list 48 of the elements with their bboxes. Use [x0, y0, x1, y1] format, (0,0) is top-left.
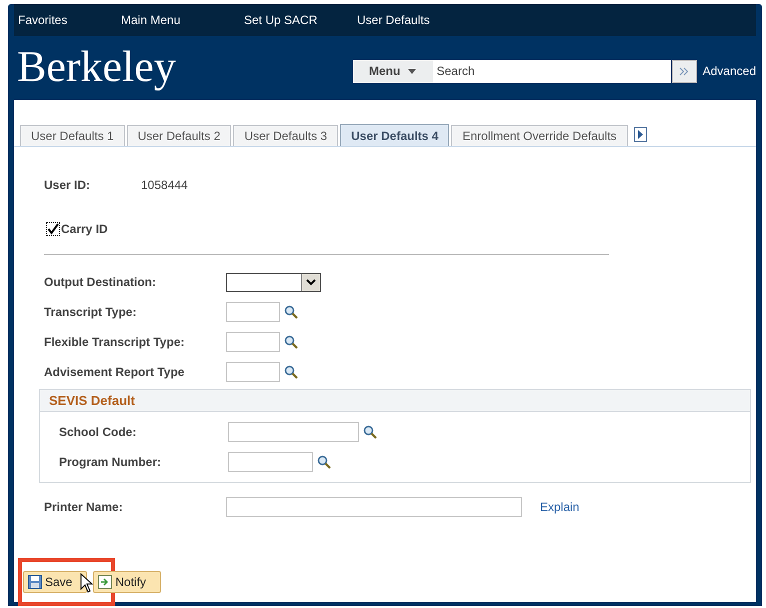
field-label: Flexible Transcript Type: [44, 334, 186, 351]
explain-link[interactable]: Explain [540, 498, 580, 516]
text-field[interactable] [228, 422, 359, 442]
search-icon[interactable] [317, 455, 331, 469]
search-icon[interactable] [284, 335, 298, 349]
nav-link[interactable]: Main Menu [121, 11, 244, 29]
nav-link[interactable]: User Defaults [357, 11, 430, 29]
search-icon[interactable] [284, 365, 298, 379]
field-label: Advisement Report Type [44, 364, 186, 381]
field-label: Printer Name: [44, 499, 124, 516]
user-id-value: 1058444 [141, 177, 188, 194]
checkmark-icon [47, 223, 59, 235]
menu-dropdown[interactable]: Menu [352, 60, 433, 82]
tab[interactable]: Enrollment Override Defaults [451, 125, 628, 146]
mouse-pointer-icon [80, 573, 94, 593]
checkbox[interactable] [46, 222, 60, 236]
dropdown-field[interactable] [226, 272, 321, 292]
search-go-button[interactable] [672, 60, 697, 82]
nav-link[interactable]: Set Up SACR [244, 11, 357, 29]
next-tab-icon[interactable] [634, 127, 647, 142]
printer-name-field[interactable] [226, 497, 522, 517]
text-field[interactable] [226, 332, 280, 352]
double-chevron-icon [679, 66, 690, 76]
field-label: Transcript Type: [44, 304, 138, 321]
section-header: SEVIS Default [40, 390, 750, 412]
tab[interactable]: User Defaults 1 [20, 125, 125, 146]
tab[interactable]: User Defaults 4 [340, 124, 450, 146]
caret-icon [408, 68, 416, 74]
field-label: User ID: [44, 177, 92, 194]
search-icon[interactable] [284, 305, 298, 319]
text-field[interactable] [226, 362, 280, 382]
logo: Berkeley [16, 45, 176, 89]
advanced-link[interactable]: Advanced [702, 62, 756, 80]
save-button[interactable]: Save [23, 571, 88, 593]
tab[interactable]: User Defaults 2 [126, 125, 232, 146]
field-label: Output Destination: [44, 274, 157, 291]
tab[interactable]: User Defaults 3 [233, 125, 338, 146]
search-field[interactable]: Search [432, 60, 671, 82]
notify-icon [98, 575, 112, 589]
nav-link[interactable]: Favorites [18, 11, 121, 29]
notify-button[interactable]: Notify [93, 571, 162, 593]
field-label: Program Number: [59, 454, 162, 471]
chevron-down-icon [306, 278, 316, 286]
field-label: School Code: [59, 424, 138, 441]
text-field[interactable] [226, 302, 280, 322]
text-field[interactable] [228, 452, 313, 472]
checkbox-label: Carry ID [61, 221, 108, 238]
search-icon[interactable] [363, 425, 377, 439]
